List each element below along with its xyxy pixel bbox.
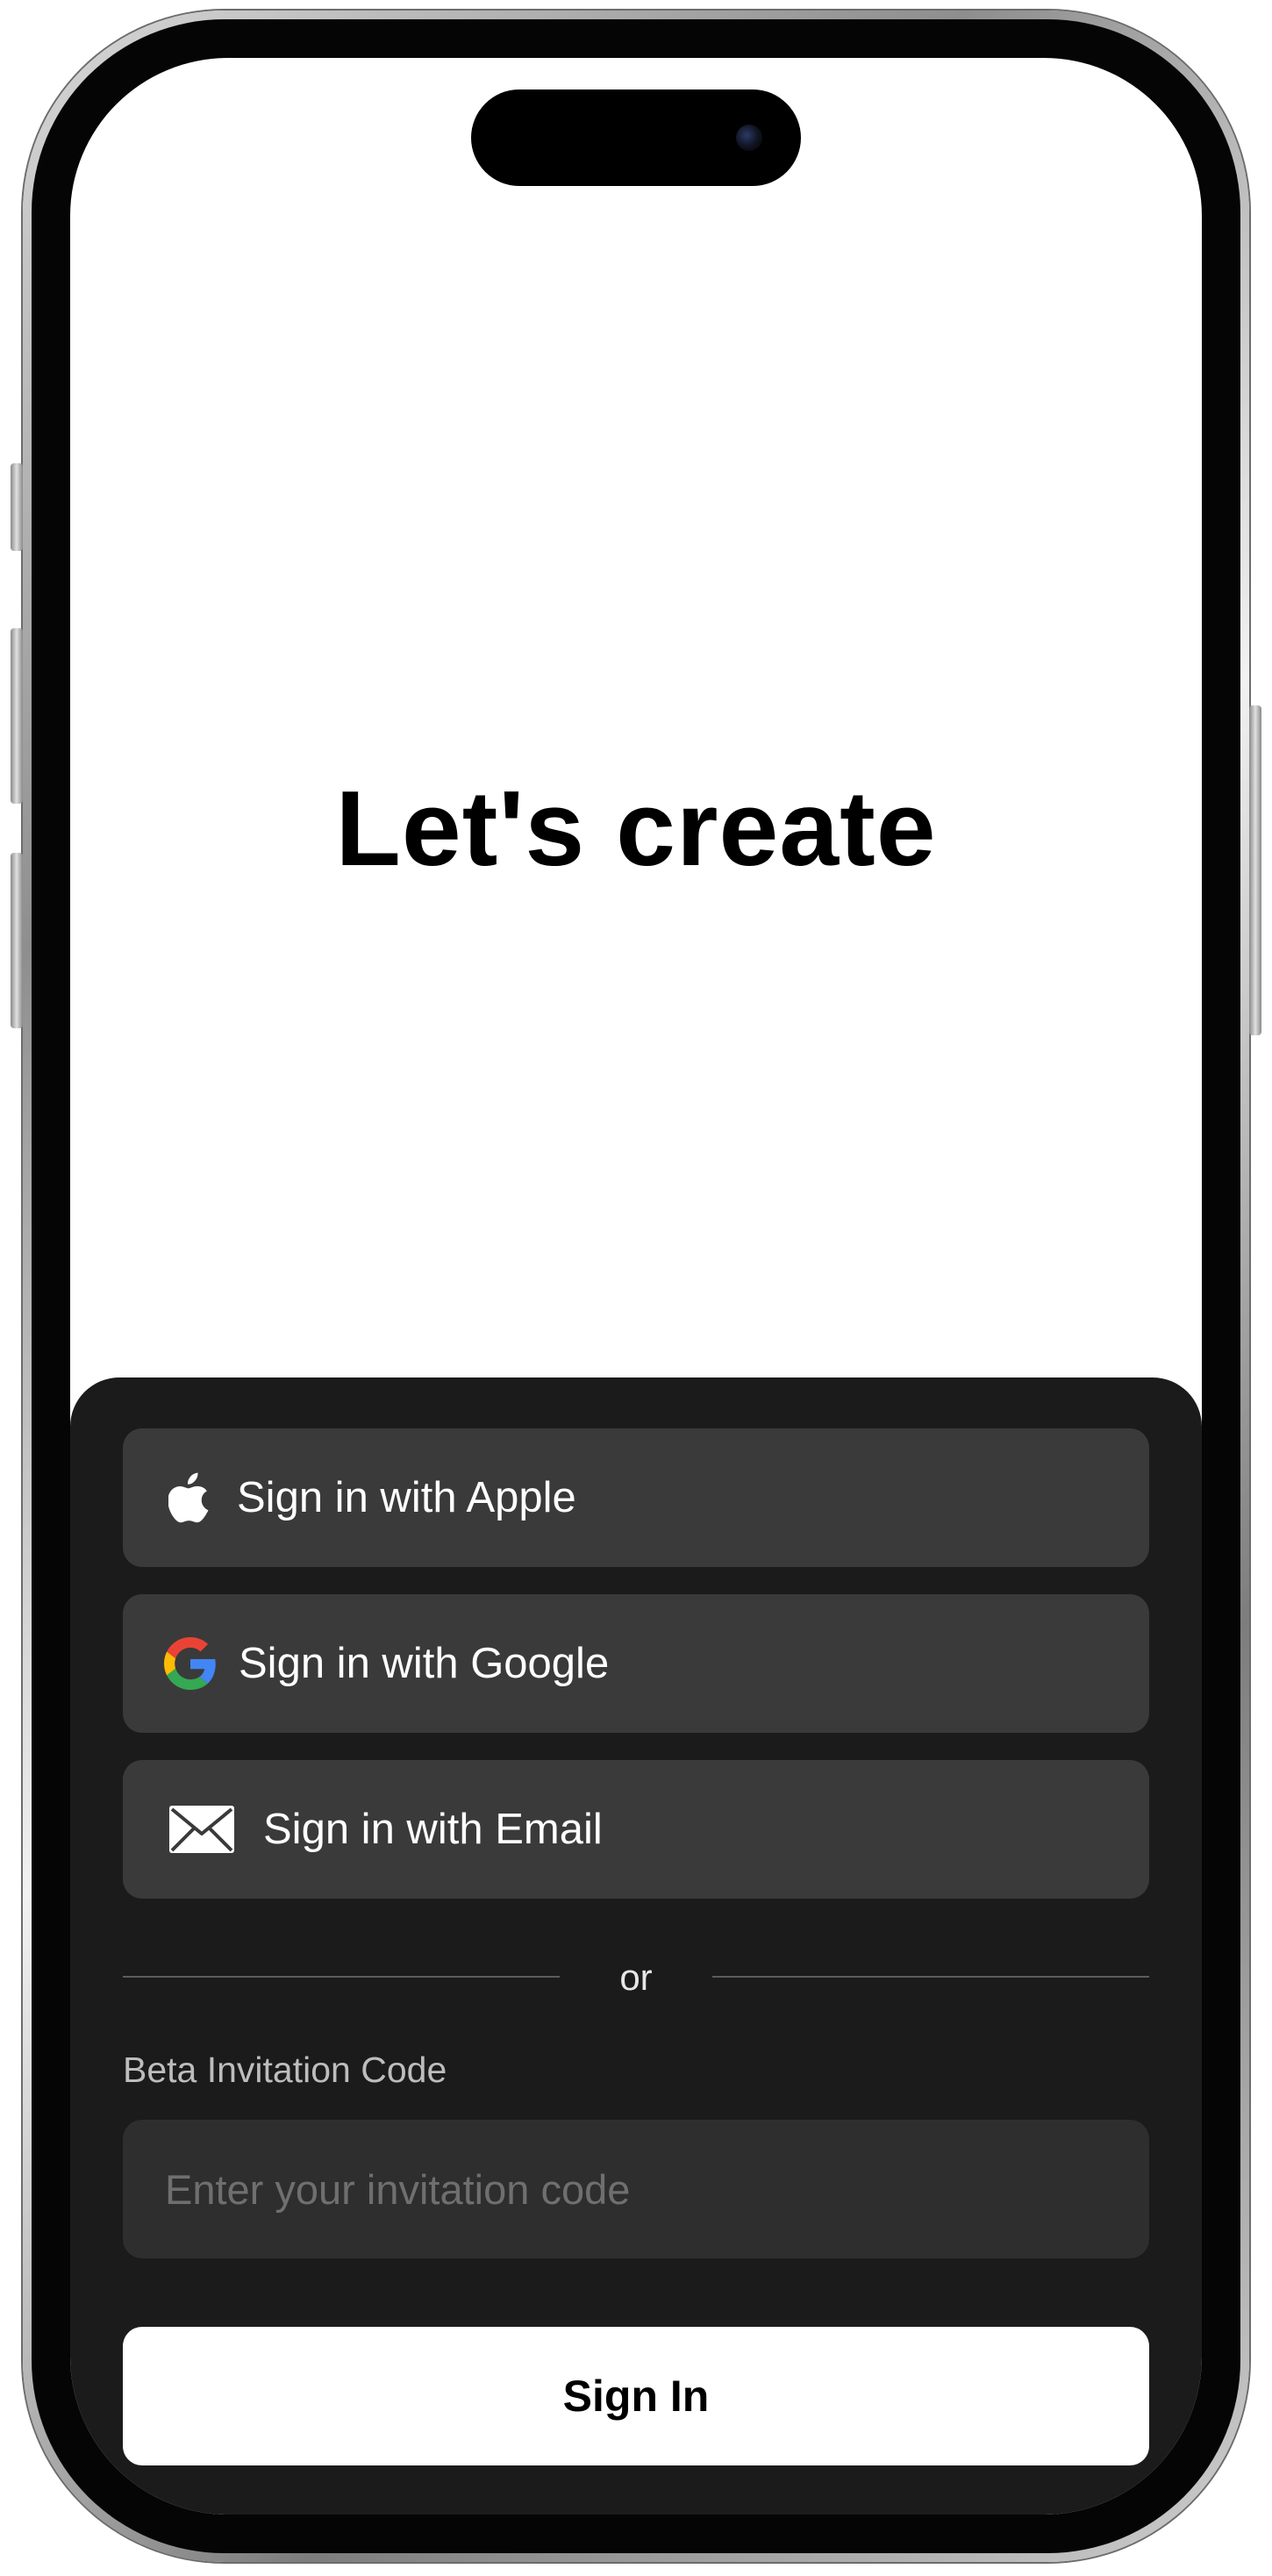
sign-in-button[interactable]: Sign In: [123, 2327, 1149, 2465]
screen: Let's create Sign in with Apple Sign in …: [70, 58, 1202, 2515]
sign-in-email-button[interactable]: Sign in with Email: [123, 1760, 1149, 1899]
divider-text: or: [619, 1957, 653, 1998]
page-title: Let's create: [335, 769, 937, 888]
apple-icon: [167, 1470, 214, 1526]
sign-in-apple-label: Sign in with Apple: [237, 1474, 576, 1521]
action-button: [11, 463, 23, 551]
divider-line-right: [712, 1976, 1149, 1978]
dynamic-island: [471, 89, 801, 186]
sign-in-email-label: Sign in with Email: [263, 1806, 603, 1853]
camera-icon: [736, 125, 762, 151]
sign-in-sheet: Sign in with Apple Sign in with Google S…: [70, 1377, 1202, 2515]
invitation-code-label: Beta Invitation Code: [123, 2050, 447, 2090]
or-divider: or: [123, 1950, 1149, 2002]
volume-up-button: [11, 628, 23, 804]
mail-icon: [168, 1805, 235, 1854]
google-icon: [163, 1636, 218, 1691]
volume-down-button: [11, 853, 23, 1028]
sign-in-apple-button[interactable]: Sign in with Apple: [123, 1428, 1149, 1567]
sign-in-google-button[interactable]: Sign in with Google: [123, 1594, 1149, 1733]
sign-in-google-label: Sign in with Google: [239, 1640, 610, 1687]
invitation-code-input[interactable]: [123, 2120, 1149, 2258]
power-button: [1249, 705, 1261, 1035]
